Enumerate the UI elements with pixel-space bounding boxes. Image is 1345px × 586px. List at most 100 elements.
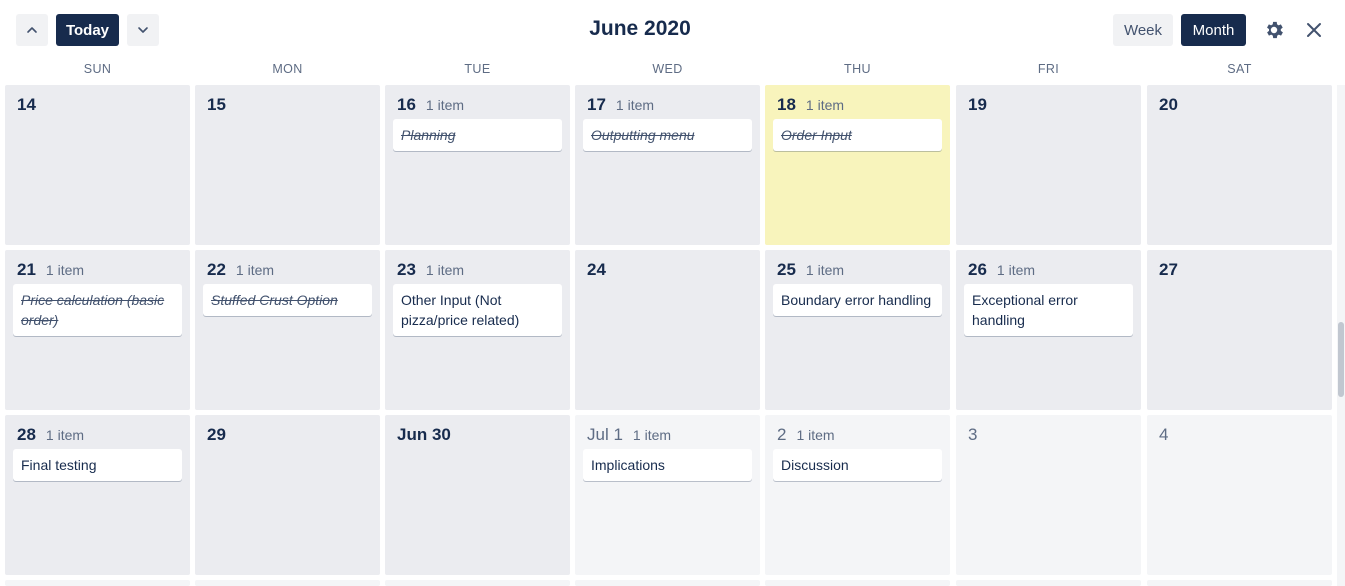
- item-count: 1 item: [996, 262, 1036, 278]
- day-cell-header: 4: [1159, 425, 1168, 445]
- close-button[interactable]: [1298, 14, 1330, 46]
- settings-button[interactable]: [1258, 14, 1290, 46]
- day-number: 27: [1159, 260, 1178, 279]
- month-view-button[interactable]: Month: [1181, 14, 1246, 46]
- day-number: 21: [17, 260, 36, 279]
- event-card[interactable]: Order Input: [773, 119, 942, 151]
- day-number: 23: [397, 260, 416, 279]
- day-cell[interactable]: [385, 580, 570, 586]
- day-cell[interactable]: 3: [956, 415, 1141, 575]
- day-cell[interactable]: 4: [1147, 415, 1332, 575]
- day-cell-header: 27: [1159, 260, 1178, 280]
- day-number: 18: [777, 95, 796, 114]
- day-cell-header: 18 1 item: [777, 95, 844, 115]
- close-icon: [1307, 23, 1321, 37]
- today-button[interactable]: Today: [56, 14, 119, 46]
- chevron-down-icon: [138, 27, 148, 33]
- day-cell-header: Jun 30: [397, 425, 451, 445]
- event-card[interactable]: Planning: [393, 119, 562, 151]
- day-cell[interactable]: [956, 580, 1141, 586]
- day-number: 28: [17, 425, 36, 444]
- item-count: 1 item: [796, 427, 835, 443]
- day-number: Jul 1: [587, 425, 623, 444]
- day-cell[interactable]: 15: [195, 85, 380, 245]
- day-cell[interactable]: 22 1 item Stuffed Crust Option: [195, 250, 380, 410]
- day-cell[interactable]: 21 1 item Price calculation (basic order): [5, 250, 190, 410]
- event-card[interactable]: Stuffed Crust Option: [203, 284, 372, 316]
- day-cell-header: 3: [968, 425, 977, 445]
- item-count: 1 item: [805, 97, 845, 113]
- event-card[interactable]: Final testing: [13, 449, 182, 481]
- item-count: 1 item: [45, 262, 85, 278]
- day-cell[interactable]: 27: [1147, 250, 1332, 410]
- event-card[interactable]: Implications: [583, 449, 752, 481]
- day-cell-header: 24: [587, 260, 606, 280]
- day-cell[interactable]: 14: [5, 85, 190, 245]
- day-cell-header: 2 1 item: [777, 425, 835, 445]
- day-number: 19: [968, 95, 987, 114]
- event-card[interactable]: Other Input (Not pizza/price related): [393, 284, 562, 336]
- day-number: 29: [207, 425, 226, 444]
- item-count: 1 item: [235, 262, 275, 278]
- day-number: 16: [397, 95, 416, 114]
- day-cell-header: 14: [17, 95, 36, 115]
- weekday-label: SAT: [1227, 62, 1252, 76]
- day-cell[interactable]: Jun 30: [385, 415, 570, 575]
- day-cell[interactable]: Jul 1 1 item Implications: [575, 415, 760, 575]
- day-cell[interactable]: 25 1 item Boundary error handling: [765, 250, 950, 410]
- day-cell[interactable]: 20: [1147, 85, 1332, 245]
- day-cell[interactable]: 2 1 item Discussion: [765, 415, 950, 575]
- day-number: 20: [1159, 95, 1178, 114]
- day-cell[interactable]: 28 1 item Final testing: [5, 415, 190, 575]
- day-cell[interactable]: 26 1 item Exceptional error handling: [956, 250, 1141, 410]
- event-card[interactable]: Boundary error handling: [773, 284, 942, 316]
- day-number: 4: [1159, 425, 1169, 444]
- item-count: 1 item: [632, 427, 672, 443]
- day-cell-today[interactable]: 18 1 item Order Input: [765, 85, 950, 245]
- day-cell[interactable]: [765, 580, 950, 586]
- day-cell-header: 29: [207, 425, 226, 445]
- day-cell[interactable]: [5, 580, 190, 586]
- day-cell-header: 17 1 item: [587, 95, 654, 115]
- day-cell[interactable]: [1147, 580, 1332, 586]
- day-cell[interactable]: [575, 580, 760, 586]
- day-cell[interactable]: 17 1 item Outputting menu: [575, 85, 760, 245]
- day-cell-header: 22 1 item: [207, 260, 274, 280]
- previous-button[interactable]: [16, 14, 48, 46]
- weekday-label: FRI: [1037, 62, 1060, 76]
- day-cell[interactable]: 19: [956, 85, 1141, 245]
- event-card[interactable]: Discussion: [773, 449, 942, 481]
- next-button[interactable]: [127, 14, 159, 46]
- day-cell-header: 20: [1159, 95, 1178, 115]
- item-count: 1 item: [805, 262, 845, 278]
- day-cell[interactable]: 24: [575, 250, 760, 410]
- day-cell[interactable]: 16 1 item Planning: [385, 85, 570, 245]
- day-cell-header: 23 1 item: [397, 260, 464, 280]
- weekday-label: MON: [272, 62, 303, 76]
- day-cell-header: 15: [207, 95, 226, 115]
- day-number: 14: [17, 95, 36, 114]
- day-cell-header: 25 1 item: [777, 260, 844, 280]
- scrollbar-thumb[interactable]: [1338, 322, 1344, 397]
- day-cell-header: 19: [968, 95, 987, 115]
- day-cell[interactable]: 29: [195, 415, 380, 575]
- day-cell[interactable]: [195, 580, 380, 586]
- day-cell[interactable]: 23 1 item Other Input (Not pizza/price rel…: [385, 250, 570, 410]
- gear-icon: [1267, 21, 1283, 39]
- day-number: 2: [777, 425, 787, 444]
- month-title: June 2020: [589, 17, 691, 40]
- item-count: 1 item: [425, 262, 465, 278]
- day-cell-header: 16 1 item: [397, 95, 464, 115]
- event-card[interactable]: Exceptional error handling: [964, 284, 1133, 336]
- day-number: 17: [587, 95, 606, 114]
- week-view-button[interactable]: Week: [1113, 14, 1173, 46]
- weekday-label: TUE: [464, 62, 491, 76]
- day-number: 25: [777, 260, 796, 279]
- item-count: 1 item: [425, 97, 465, 113]
- calendar-toolbar: Today June 2020 Week Month: [0, 0, 1345, 60]
- day-number: 15: [207, 95, 226, 114]
- item-count: 1 item: [615, 97, 655, 113]
- event-card[interactable]: Price calculation (basic order): [13, 284, 182, 336]
- event-card[interactable]: Outputting menu: [583, 119, 752, 151]
- day-cell-header: 28 1 item: [17, 425, 84, 445]
